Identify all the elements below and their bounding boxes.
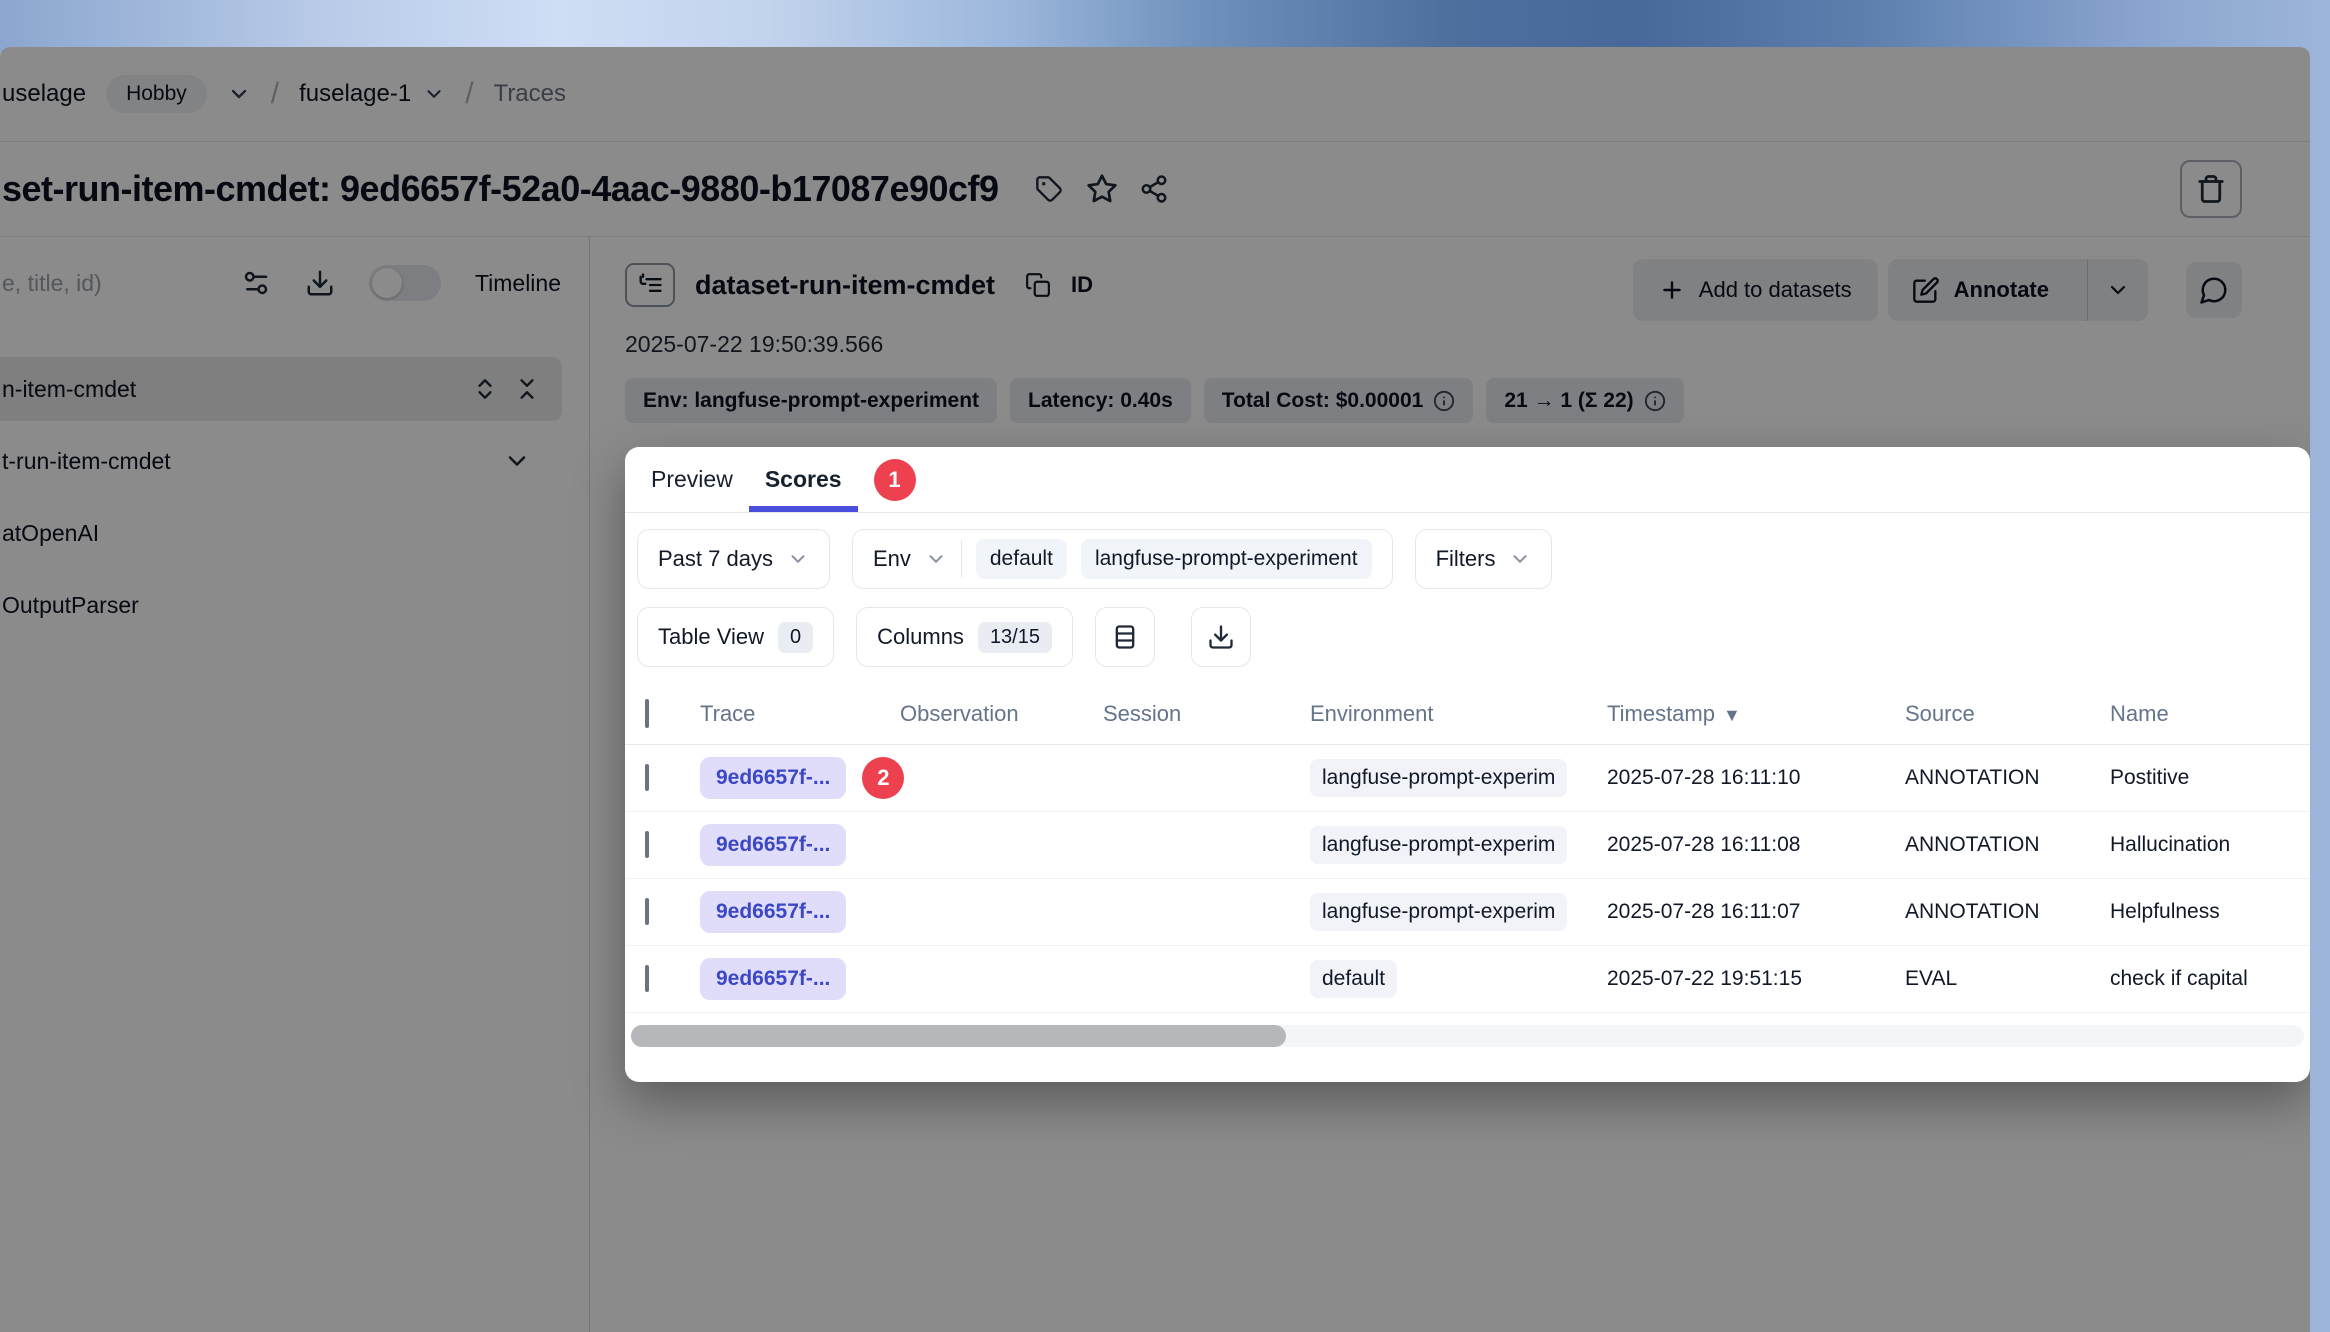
scores-count-badge: 1 xyxy=(874,459,916,501)
columns-count-badge: 13/15 xyxy=(978,622,1052,653)
table-row: 9ed6657f-... langfuse-prompt-experim 202… xyxy=(625,812,2310,879)
header-session[interactable]: Session xyxy=(1103,701,1310,727)
env-filter-label: Env xyxy=(873,546,911,572)
scores-table: Trace Observation Session Environment Ti… xyxy=(625,683,2310,1013)
date-range-label: Past 7 days xyxy=(658,546,773,572)
cell-source: ANNOTATION xyxy=(1905,766,2110,790)
cell-environment: default xyxy=(1310,960,1397,998)
cell-source: ANNOTATION xyxy=(1905,900,2110,924)
columns-label: Columns xyxy=(877,624,964,650)
rows-icon xyxy=(1111,623,1139,651)
row-checkbox[interactable] xyxy=(645,764,649,791)
header-name[interactable]: Name xyxy=(2110,701,2310,727)
download-icon xyxy=(1207,623,1235,651)
chevron-down-icon xyxy=(787,548,809,570)
chevron-down-icon xyxy=(925,548,947,570)
table-row: 9ed6657f-... langfuse-prompt-experim 202… xyxy=(625,879,2310,946)
cell-source: ANNOTATION xyxy=(1905,833,2110,857)
table-header-row: Trace Observation Session Environment Ti… xyxy=(625,683,2310,745)
select-all-checkbox[interactable] xyxy=(645,699,649,728)
chevron-down-icon xyxy=(1509,548,1531,570)
desktop-wallpaper: uselage Hobby / fuselage-1 / Traces set-… xyxy=(0,0,2330,1332)
cell-source: EVAL xyxy=(1905,967,2110,991)
env-chip-experiment[interactable]: langfuse-prompt-experiment xyxy=(1081,539,1372,579)
scores-panel: Preview Scores 1 Past 7 days Env xyxy=(625,447,2310,1082)
header-timestamp[interactable]: Timestamp ▼ xyxy=(1607,701,1905,727)
trace-id-link[interactable]: 9ed6657f-... xyxy=(700,891,846,933)
trace-id-link[interactable]: 9ed6657f-... xyxy=(700,824,846,866)
tab-preview[interactable]: Preview xyxy=(635,447,749,512)
export-button[interactable] xyxy=(1191,607,1251,667)
trace-id-link[interactable]: 9ed6657f-... xyxy=(700,958,846,1000)
header-trace[interactable]: Trace xyxy=(700,701,900,727)
trace-id-link[interactable]: 9ed6657f-... xyxy=(700,757,846,799)
table-row: 9ed6657f-... default 2025-07-22 19:51:15… xyxy=(625,946,2310,1013)
cell-environment: langfuse-prompt-experim xyxy=(1310,759,1567,797)
app-window: uselage Hobby / fuselage-1 / Traces set-… xyxy=(0,47,2310,1332)
cell-name: Postitive xyxy=(2110,766,2310,790)
cell-environment: langfuse-prompt-experim xyxy=(1310,893,1567,931)
table-view-count-badge: 0 xyxy=(778,622,813,653)
row-checkbox[interactable] xyxy=(645,898,649,925)
filters-button[interactable]: Filters xyxy=(1415,529,1553,589)
filters-label: Filters xyxy=(1436,546,1496,572)
cell-name: Hallucination xyxy=(2110,833,2310,857)
header-environment[interactable]: Environment xyxy=(1310,701,1607,727)
cell-name: check if capital xyxy=(2110,967,2310,991)
scrollbar-thumb[interactable] xyxy=(631,1025,1286,1047)
table-view-label: Table View xyxy=(658,624,764,650)
env-chip-default[interactable]: default xyxy=(976,539,1067,579)
date-range-button[interactable]: Past 7 days xyxy=(637,529,830,589)
columns-button[interactable]: Columns 13/15 xyxy=(856,607,1073,667)
cell-name: Helpfulness xyxy=(2110,900,2310,924)
header-observation[interactable]: Observation xyxy=(900,701,1103,727)
cell-timestamp: 2025-07-28 16:11:10 xyxy=(1607,766,1905,790)
row-checkbox[interactable] xyxy=(645,965,649,992)
header-timestamp-label: Timestamp xyxy=(1607,701,1715,726)
table-row: 9ed6657f-... 2 langfuse-prompt-experim 2… xyxy=(625,745,2310,812)
row-height-button[interactable] xyxy=(1095,607,1155,667)
horizontal-scrollbar xyxy=(631,1025,2304,1047)
divider xyxy=(961,540,962,578)
table-view-button[interactable]: Table View 0 xyxy=(637,607,834,667)
header-source[interactable]: Source xyxy=(1905,701,2110,727)
cell-timestamp: 2025-07-28 16:11:08 xyxy=(1607,833,1905,857)
row-count-badge: 2 xyxy=(862,757,904,799)
cell-timestamp: 2025-07-28 16:11:07 xyxy=(1607,900,1905,924)
cell-environment: langfuse-prompt-experim xyxy=(1310,826,1567,864)
panel-tabs: Preview Scores 1 xyxy=(625,447,2310,513)
row-checkbox[interactable] xyxy=(645,831,649,858)
tab-scores[interactable]: Scores xyxy=(749,447,858,512)
env-filter-button[interactable]: Env default langfuse-prompt-experiment xyxy=(852,529,1393,589)
cell-timestamp: 2025-07-22 19:51:15 xyxy=(1607,967,1905,991)
sort-desc-icon: ▼ xyxy=(1723,705,1741,725)
